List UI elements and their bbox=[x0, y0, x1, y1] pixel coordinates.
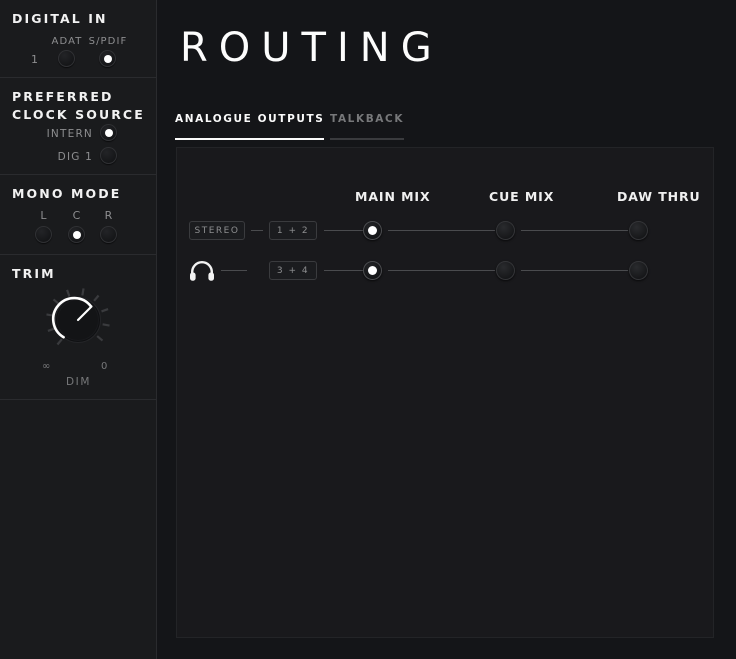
link-line bbox=[251, 230, 263, 231]
radio-clock-source-dig1[interactable] bbox=[100, 147, 117, 164]
routing-panel: MAIN MIX CUE MIX DAW THRU STEREO 1 + 2 3… bbox=[176, 147, 714, 638]
slider-track-daw[interactable] bbox=[521, 270, 628, 271]
mono-mode-option-label-c: C bbox=[72, 209, 82, 222]
tab-bar: ANALOGUE OUTPUTS TALKBACK bbox=[175, 113, 427, 145]
app-window: DIGITAL IN ADAT S/PDIF 1 PREFERRED CLOCK… bbox=[0, 0, 736, 659]
mono-mode-option-label-r: R bbox=[104, 209, 114, 222]
column-header-main-mix: MAIN MIX bbox=[355, 189, 431, 204]
route-knob-daw-thru[interactable] bbox=[629, 261, 648, 280]
trim-knob[interactable] bbox=[45, 287, 111, 353]
column-header-cue-mix: CUE MIX bbox=[489, 189, 555, 204]
route-knob-cue-mix[interactable] bbox=[496, 221, 515, 240]
table-row: STEREO 1 + 2 bbox=[177, 220, 715, 246]
radio-mono-mode-c[interactable] bbox=[68, 226, 85, 243]
sidebar-section-digital-in: DIGITAL IN ADAT S/PDIF 1 bbox=[0, 0, 156, 78]
digital-in-option-label-adat: ADAT bbox=[51, 36, 83, 47]
digital-in-option-label-spdif: S/PDIF bbox=[88, 36, 128, 47]
clock-source-option-label-dig1: DIG 1 bbox=[57, 151, 93, 163]
tab-talkback[interactable]: TALKBACK bbox=[330, 113, 405, 140]
route-knob-main-mix[interactable] bbox=[363, 221, 382, 240]
radio-mono-mode-r[interactable] bbox=[100, 226, 117, 243]
digital-in-controls: ADAT S/PDIF 1 bbox=[0, 28, 156, 74]
section-title-clock-source: PREFERRED CLOCK SOURCE bbox=[12, 89, 145, 122]
tab-analogue-outputs[interactable]: ANALOGUE OUTPUTS bbox=[175, 113, 325, 140]
slider-track-daw[interactable] bbox=[521, 230, 628, 231]
sidebar-section-clock-source: PREFERRED CLOCK SOURCE INTERN DIG 1 bbox=[0, 78, 156, 175]
mono-mode-controls: L C R bbox=[0, 203, 156, 251]
sidebar: DIGITAL IN ADAT S/PDIF 1 PREFERRED CLOCK… bbox=[0, 0, 157, 659]
route-knob-daw-thru[interactable] bbox=[629, 221, 648, 240]
table-row: 3 + 4 bbox=[177, 260, 715, 286]
source-badge-stereo[interactable]: STEREO bbox=[189, 221, 245, 240]
route-knob-cue-mix[interactable] bbox=[496, 261, 515, 280]
section-title-mono-mode: MONO MODE bbox=[12, 186, 122, 201]
trim-knob-caption: DIM bbox=[65, 376, 92, 388]
mono-mode-option-label-l: L bbox=[40, 209, 48, 222]
sidebar-section-mono-mode: MONO MODE L C R bbox=[0, 175, 156, 255]
headphones-icon bbox=[189, 260, 215, 282]
slider-track-cue[interactable] bbox=[388, 230, 495, 231]
radio-digital-in-spdif[interactable] bbox=[99, 50, 116, 67]
sidebar-section-trim: TRIM ∞ 0 DIM bbox=[0, 255, 156, 400]
column-header-daw-thru: DAW THRU bbox=[617, 189, 701, 204]
clock-source-option-label-intern: INTERN bbox=[46, 128, 93, 140]
trim-knob-max-label: 0 bbox=[101, 361, 108, 372]
radio-digital-in-adat[interactable] bbox=[58, 50, 75, 67]
section-title-trim: TRIM bbox=[12, 266, 56, 281]
channel-badge-1-2[interactable]: 1 + 2 bbox=[269, 221, 317, 240]
link-line bbox=[221, 270, 247, 271]
slider-track-cue[interactable] bbox=[388, 270, 495, 271]
clock-source-controls: INTERN DIG 1 bbox=[0, 124, 156, 170]
main-content: ROUTING ANALOGUE OUTPUTS TALKBACK MAIN M… bbox=[157, 0, 736, 659]
section-title-digital-in: DIGITAL IN bbox=[12, 11, 108, 26]
route-knob-main-mix[interactable] bbox=[363, 261, 382, 280]
trim-knob-min-label: ∞ bbox=[42, 361, 51, 372]
digital-in-row-label: 1 bbox=[31, 53, 39, 66]
channel-badge-3-4[interactable]: 3 + 4 bbox=[269, 261, 317, 280]
radio-clock-source-intern[interactable] bbox=[100, 124, 117, 141]
trim-knob-group: ∞ 0 DIM bbox=[0, 283, 157, 401]
radio-mono-mode-l[interactable] bbox=[35, 226, 52, 243]
page-title: ROUTING bbox=[180, 25, 443, 71]
